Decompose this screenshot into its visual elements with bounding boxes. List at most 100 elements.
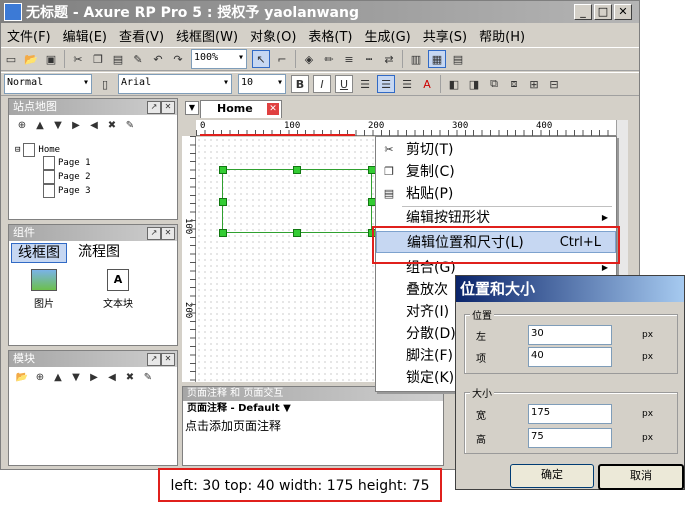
menu-object[interactable]: 对象(O): [244, 26, 302, 45]
line-color-icon[interactable]: ✏: [321, 51, 337, 67]
connector-tool-icon[interactable]: ⌐: [274, 51, 290, 67]
menu-help[interactable]: 帮助(H): [473, 26, 531, 45]
menu-view[interactable]: 查看(V): [113, 26, 170, 45]
resize-handle[interactable]: [219, 166, 227, 174]
outdent-icon[interactable]: ◀: [87, 118, 101, 132]
layout-center-icon[interactable]: ▦: [428, 50, 446, 68]
move-down-icon[interactable]: ▼: [51, 118, 65, 132]
format-painter-icon[interactable]: ✎: [130, 51, 146, 67]
redo-icon[interactable]: ↷: [170, 51, 186, 67]
bold-button[interactable]: B: [291, 75, 309, 93]
tree-node-page[interactable]: Page 3: [43, 184, 91, 198]
delete-master-icon[interactable]: ✖: [123, 370, 137, 384]
layout-left-icon[interactable]: ▥: [408, 51, 424, 67]
cancel-button[interactable]: 取消: [598, 464, 684, 490]
italic-button[interactable]: I: [313, 75, 331, 93]
copy-icon[interactable]: ❐: [90, 51, 106, 67]
menu-generate[interactable]: 生成(G): [359, 26, 417, 45]
align-left-icon[interactable]: ☰: [357, 76, 373, 92]
tab-flow[interactable]: 流程图: [69, 243, 129, 263]
indent-icon[interactable]: ▶: [69, 118, 83, 132]
add-page-icon[interactable]: ⊕: [15, 118, 29, 132]
menu-item-copy[interactable]: ❐ 复制(C): [376, 161, 616, 183]
selected-shape[interactable]: [219, 166, 376, 237]
tree-node-page[interactable]: Page 1: [43, 156, 91, 170]
resize-handle[interactable]: [219, 229, 227, 237]
minimize-button[interactable]: _: [574, 4, 592, 20]
fill-color-icon[interactable]: ◈: [301, 51, 317, 67]
panel-close-icon[interactable]: ✕: [161, 227, 175, 240]
notes-dropdown[interactable]: 页面注释 - Default ▼: [183, 401, 443, 417]
width-input[interactable]: 175: [528, 404, 612, 424]
delete-page-icon[interactable]: ✖: [105, 118, 119, 132]
font-select[interactable]: Arial: [118, 74, 232, 94]
page-properties-icon[interactable]: ✎: [123, 118, 137, 132]
left-input[interactable]: 30: [528, 325, 612, 345]
align-center-icon[interactable]: ☰: [377, 75, 395, 93]
zoom-select[interactable]: 100%: [191, 49, 247, 69]
tab-home[interactable]: Home ✕: [200, 100, 282, 118]
notes-placeholder[interactable]: 点击添加页面注释: [183, 417, 443, 434]
maximize-button[interactable]: □: [594, 4, 612, 20]
underline-button[interactable]: U: [335, 75, 353, 93]
tree-node-home[interactable]: ⊟ Home: [15, 143, 60, 157]
cut-icon[interactable]: ✂: [70, 51, 86, 67]
move-up-icon[interactable]: ▲: [33, 118, 47, 132]
line-weight-icon[interactable]: ≡: [341, 51, 357, 67]
master-properties-icon[interactable]: ✎: [141, 370, 155, 384]
arrow-style-icon[interactable]: ⇄: [381, 51, 397, 67]
bring-front-icon[interactable]: ◧: [446, 76, 462, 92]
style-icon[interactable]: ▯: [97, 76, 113, 92]
resize-handle[interactable]: [219, 198, 227, 206]
save-icon[interactable]: ▣: [43, 51, 59, 67]
text-widget-icon[interactable]: A: [107, 269, 129, 291]
tree-node-page[interactable]: Page 2: [43, 170, 91, 184]
menu-table[interactable]: 表格(T): [302, 26, 358, 45]
open-folder-icon[interactable]: 📂: [15, 370, 29, 384]
undo-icon[interactable]: ↶: [150, 51, 166, 67]
align-icon[interactable]: ⊟: [546, 76, 562, 92]
tab-list-dropdown-icon[interactable]: ▼: [185, 101, 199, 115]
menu-edit[interactable]: 编辑(E): [57, 26, 113, 45]
paste-icon[interactable]: ▤: [110, 51, 126, 67]
ungroup-icon[interactable]: ⧈: [506, 76, 522, 92]
close-button[interactable]: ✕: [614, 4, 632, 20]
close-tab-icon[interactable]: ✕: [267, 103, 279, 115]
new-file-icon[interactable]: ▭: [3, 51, 19, 67]
panel-float-icon[interactable]: ↗: [147, 227, 161, 240]
height-unit: px: [642, 433, 654, 443]
collapse-icon[interactable]: ⊟: [15, 145, 20, 155]
menu-item-paste[interactable]: ▤ 粘贴(P): [376, 183, 616, 205]
panel-close-icon[interactable]: ✕: [161, 353, 175, 366]
move-down-icon[interactable]: ▼: [69, 370, 83, 384]
menu-item-cut[interactable]: ✂ 剪切(T): [376, 139, 616, 161]
top-input[interactable]: 40: [528, 347, 612, 367]
font-size-select[interactable]: 10: [238, 74, 286, 94]
height-input[interactable]: 75: [528, 428, 612, 448]
open-folder-icon[interactable]: 📂: [23, 51, 39, 67]
menu-share[interactable]: 共享(S): [417, 26, 473, 45]
pointer-tool-icon[interactable]: ↖: [252, 50, 270, 68]
image-widget-icon[interactable]: [31, 269, 57, 291]
outdent-icon[interactable]: ◀: [105, 370, 119, 384]
panel-float-icon[interactable]: ↗: [147, 101, 161, 114]
line-style-icon[interactable]: ┅: [361, 51, 377, 67]
ok-button[interactable]: 确定: [510, 464, 594, 488]
send-back-icon[interactable]: ◨: [466, 76, 482, 92]
resize-handle[interactable]: [293, 229, 301, 237]
group-icon[interactable]: ⧉: [486, 76, 502, 92]
resize-handle[interactable]: [293, 166, 301, 174]
menu-file[interactable]: 文件(F): [1, 26, 57, 45]
panel-float-icon[interactable]: ↗: [147, 353, 161, 366]
add-master-icon[interactable]: ⊕: [33, 370, 47, 384]
menu-wireframe[interactable]: 线框图(W): [170, 26, 244, 45]
move-up-icon[interactable]: ▲: [51, 370, 65, 384]
distribute-icon[interactable]: ⊞: [526, 76, 542, 92]
indent-icon[interactable]: ▶: [87, 370, 101, 384]
panel-close-icon[interactable]: ✕: [161, 101, 175, 114]
tab-wireframe[interactable]: 线框图: [11, 243, 67, 263]
font-color-icon[interactable]: A: [419, 76, 435, 92]
align-right-icon[interactable]: ☰: [399, 76, 415, 92]
layout-right-icon[interactable]: ▤: [450, 51, 466, 67]
style-select[interactable]: Normal: [4, 74, 92, 94]
